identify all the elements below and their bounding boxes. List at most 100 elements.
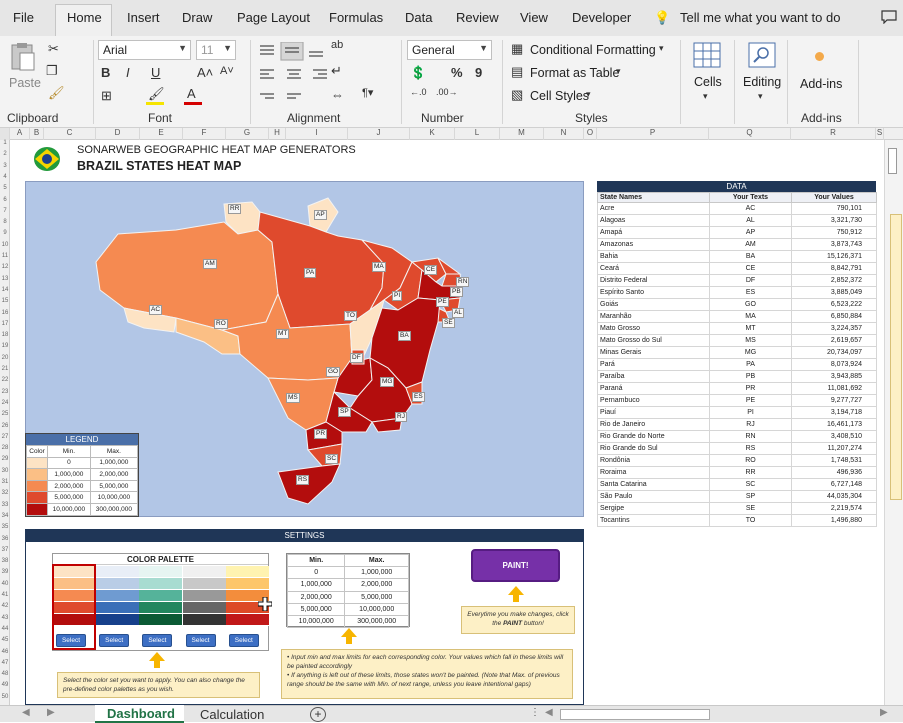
- state-value-cell[interactable]: 8,073,924: [791, 358, 877, 371]
- state-code-cell[interactable]: RR: [709, 466, 792, 479]
- state-code-cell[interactable]: DF: [709, 274, 792, 287]
- column-header[interactable]: A: [10, 128, 30, 140]
- row-header[interactable]: 10: [0, 242, 10, 248]
- text-direction-icon[interactable]: ¶▾: [362, 88, 373, 99]
- column-header[interactable]: E: [140, 128, 183, 140]
- state-code-cell[interactable]: PR: [709, 382, 792, 395]
- state-name-cell[interactable]: Tocantins: [597, 514, 710, 527]
- scroll-left-icon[interactable]: ◀: [22, 708, 30, 718]
- paste-label[interactable]: Paste: [9, 76, 41, 90]
- state-code-cell[interactable]: BA: [709, 250, 792, 263]
- column-header[interactable]: O: [584, 128, 597, 140]
- row-header[interactable]: 25: [0, 411, 10, 417]
- state-code-cell[interactable]: SC: [709, 478, 792, 491]
- column-header[interactable]: M: [500, 128, 544, 140]
- add-sheet-icon[interactable]: +: [310, 707, 326, 722]
- column-header[interactable]: D: [96, 128, 140, 140]
- editing-button[interactable]: Editing: [743, 75, 781, 89]
- row-header[interactable]: 24: [0, 400, 10, 406]
- row-header[interactable]: 44: [0, 626, 10, 632]
- format-as-table-button[interactable]: Format as Table: [530, 66, 619, 80]
- merge-icon[interactable]: ⇔: [331, 88, 344, 101]
- palette-swatch[interactable]: [225, 614, 269, 626]
- tab-view[interactable]: View: [520, 10, 548, 25]
- row-header[interactable]: 41: [0, 592, 10, 598]
- palette-swatch[interactable]: [139, 614, 183, 626]
- tab-developer[interactable]: Developer: [572, 10, 631, 25]
- chevron-down-icon[interactable]: ▾: [659, 44, 664, 53]
- state-name-cell[interactable]: Rondônia: [597, 454, 710, 467]
- row-header[interactable]: 34: [0, 513, 10, 519]
- min-input[interactable]: 10,000,000: [286, 614, 346, 629]
- row-header[interactable]: 37: [0, 547, 10, 553]
- state-value-cell[interactable]: 2,619,657: [791, 334, 877, 347]
- state-code-cell[interactable]: MT: [709, 322, 792, 335]
- max-input[interactable]: 1,000,000: [344, 566, 409, 580]
- row-header[interactable]: 14: [0, 287, 10, 293]
- tab-file[interactable]: File: [13, 10, 34, 25]
- cell-styles-button[interactable]: Cell Styles: [530, 89, 589, 103]
- palette-swatch[interactable]: [139, 566, 183, 578]
- row-header[interactable]: 19: [0, 343, 10, 349]
- tab-formulas[interactable]: Formulas: [329, 10, 383, 25]
- state-value-cell[interactable]: 3,885,049: [791, 286, 877, 299]
- palette-swatch[interactable]: [182, 602, 226, 614]
- font-size-combo[interactable]: 11 ▼: [196, 40, 236, 60]
- add-ins-button[interactable]: Add-ins: [800, 77, 842, 91]
- palette-swatch[interactable]: [96, 614, 140, 626]
- state-value-cell[interactable]: 6,850,884: [791, 310, 877, 323]
- column-header[interactable]: C: [44, 128, 96, 140]
- chevron-down-icon[interactable]: ▾: [758, 92, 763, 101]
- row-header[interactable]: 16: [0, 310, 10, 316]
- state-name-cell[interactable]: Pará: [597, 358, 710, 371]
- min-input[interactable]: 0: [286, 566, 346, 580]
- increase-font-icon[interactable]: A˄: [197, 66, 213, 79]
- state-name-cell[interactable]: Ceará: [597, 262, 710, 275]
- orientation-icon[interactable]: ab: [331, 40, 343, 51]
- state-value-cell[interactable]: 16,461,173: [791, 418, 877, 431]
- row-header[interactable]: 50: [0, 694, 10, 700]
- sheet-tab-dashboard[interactable]: Dashboard: [95, 705, 184, 723]
- state-code-cell[interactable]: AP: [709, 226, 792, 239]
- row-header[interactable]: 35: [0, 524, 10, 530]
- state-name-cell[interactable]: Amazonas: [597, 238, 710, 251]
- state-value-cell[interactable]: 2,219,574: [791, 502, 877, 515]
- column-header[interactable]: N: [544, 128, 584, 140]
- column-header[interactable]: L: [455, 128, 500, 140]
- borders-icon[interactable]: ⊞: [101, 89, 112, 102]
- state-value-cell[interactable]: 3,873,743: [791, 238, 877, 251]
- tell-me-search[interactable]: Tell me what you want to do: [680, 10, 840, 25]
- comma-icon[interactable]: 9: [475, 66, 482, 79]
- select-palette-button[interactable]: Select: [99, 634, 130, 647]
- row-header[interactable]: 30: [0, 468, 10, 474]
- select-palette-button[interactable]: Select: [56, 634, 86, 647]
- state-code-cell[interactable]: MA: [709, 310, 792, 323]
- row-header[interactable]: 15: [0, 298, 10, 304]
- row-header[interactable]: 22: [0, 377, 10, 383]
- row-header[interactable]: 29: [0, 456, 10, 462]
- state-value-cell[interactable]: 3,194,718: [791, 406, 877, 419]
- accounting-format-icon[interactable]: 💲: [410, 66, 426, 79]
- column-header[interactable]: P: [597, 128, 709, 140]
- font-name-combo[interactable]: Arial ▼: [98, 40, 191, 60]
- palette-swatch[interactable]: [96, 566, 140, 578]
- state-value-cell[interactable]: 3,224,357: [791, 322, 877, 335]
- wrap-text-icon[interactable]: ↵: [331, 64, 342, 77]
- italic-icon[interactable]: I: [126, 66, 130, 79]
- row-header[interactable]: 13: [0, 276, 10, 282]
- state-name-cell[interactable]: Pernambuco: [597, 394, 710, 407]
- state-name-cell[interactable]: Mato Grosso do Sul: [597, 334, 710, 347]
- row-header[interactable]: 33: [0, 502, 10, 508]
- row-header[interactable]: 31: [0, 479, 10, 485]
- row-header[interactable]: 3: [0, 163, 10, 169]
- row-header[interactable]: 26: [0, 423, 10, 429]
- state-name-cell[interactable]: Amapá: [597, 226, 710, 239]
- min-input[interactable]: 5,000,000: [286, 602, 346, 616]
- state-code-cell[interactable]: RS: [709, 442, 792, 455]
- palette-swatch[interactable]: [225, 578, 269, 590]
- state-value-cell[interactable]: 750,912: [791, 226, 877, 239]
- row-header[interactable]: 32: [0, 490, 10, 496]
- max-input[interactable]: 300,000,000: [344, 614, 409, 629]
- tab-review[interactable]: Review: [456, 10, 499, 25]
- state-name-cell[interactable]: Sergipe: [597, 502, 710, 515]
